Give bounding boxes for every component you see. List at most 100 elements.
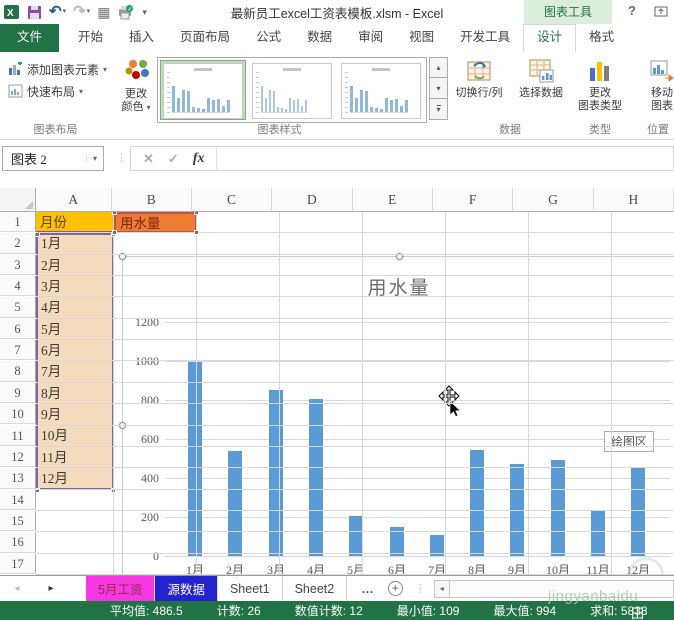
row-header-12[interactable]: 12 <box>0 447 36 467</box>
cell-a11[interactable]: 10月 <box>38 425 112 446</box>
chart-bar-8月[interactable] <box>470 450 484 556</box>
tab-插入[interactable]: 插入 <box>116 24 167 52</box>
cell-a1[interactable]: 月份 <box>36 212 114 233</box>
range-handle-red[interactable] <box>112 212 117 215</box>
cell-b1[interactable]: 用水量 <box>114 212 197 233</box>
range-handle-purple[interactable] <box>36 232 40 237</box>
normal-view-button[interactable]: 田 <box>631 603 644 620</box>
tab-审阅[interactable]: 审阅 <box>345 24 396 52</box>
cell-a4[interactable]: 3月 <box>38 276 112 297</box>
hscroll-left-button[interactable]: ◂ <box>434 580 450 598</box>
sheet-nav-left-button[interactable]: ◂ <box>8 583 26 594</box>
chart-style-1[interactable] <box>160 60 246 120</box>
chart-bar-11月[interactable] <box>591 511 605 556</box>
move-chart-button[interactable]: 移动 图表 <box>636 52 674 113</box>
row-header-13[interactable]: 13 <box>0 468 36 488</box>
row-header-5[interactable]: 5 <box>0 297 36 317</box>
row-header-11[interactable]: 11 <box>0 426 36 446</box>
tab-公式[interactable]: 公式 <box>243 24 294 52</box>
column-header-F[interactable]: F <box>433 188 513 212</box>
chart-style-2[interactable] <box>249 60 335 120</box>
sheet-nav-right-button[interactable]: ▸ <box>42 583 60 594</box>
cell-a12[interactable]: 11月 <box>38 447 112 468</box>
cell-a9[interactable]: 8月 <box>38 383 112 404</box>
status-average: 平均值: 486.5 <box>110 602 183 619</box>
tab-文件[interactable]: 文件 <box>0 24 59 52</box>
add-chart-element-button[interactable]: 添加图表元素▾ <box>4 58 111 80</box>
restore-window-button[interactable] <box>654 4 668 22</box>
tab-视图[interactable]: 视图 <box>396 24 447 52</box>
chart-bar-12月[interactable] <box>631 468 645 556</box>
row-header-10[interactable]: 10 <box>0 404 36 424</box>
change-chart-type-button[interactable]: 更改 图表类型 <box>572 52 628 113</box>
select-data-button[interactable]: 选择数据 <box>510 52 572 100</box>
row-header-2[interactable]: 2 <box>0 233 36 253</box>
sheet-tab-Sheet2[interactable]: Sheet2 <box>283 576 348 601</box>
help-button[interactable]: ? <box>628 3 636 18</box>
column-header-B[interactable]: B <box>112 188 192 212</box>
cell-a6[interactable]: 5月 <box>38 319 112 340</box>
tab-开始[interactable]: 开始 <box>65 24 116 52</box>
switch-row-column-button[interactable]: 切换行/列 <box>448 52 510 100</box>
row-header-3[interactable]: 3 <box>0 255 36 275</box>
sheet-tab-Sheet1[interactable]: Sheet1 <box>218 576 283 601</box>
cell-a8[interactable]: 7月 <box>38 361 112 382</box>
tab-页面布局[interactable]: 页面布局 <box>167 24 243 52</box>
chart-object[interactable]: 用水量 1200100080060040020001月2月3月4月5月6月7月8… <box>122 256 674 575</box>
cell-a10[interactable]: 9月 <box>38 404 112 425</box>
tab-格式[interactable]: 格式 <box>576 24 627 52</box>
name-box-dropdown-icon[interactable]: ▾ <box>86 154 103 163</box>
cancel-entry-icon[interactable]: ✕ <box>143 151 154 167</box>
row-header-14[interactable]: 14 <box>0 490 36 510</box>
sheet-tab-5月工资[interactable]: 5月工资 <box>86 576 155 601</box>
gallery-scroll-down-button[interactable]: ▾ <box>429 78 448 99</box>
chart-bar-4月[interactable] <box>309 399 323 556</box>
row-header-8[interactable]: 8 <box>0 361 36 381</box>
ribbon-group-location: 移动 图表 位置 <box>628 52 674 139</box>
row-header-17[interactable]: 17 <box>0 554 36 574</box>
row-header-15[interactable]: 15 <box>0 511 36 531</box>
sheet-tab-overflow-button[interactable]: … <box>361 582 374 596</box>
row-header-7[interactable]: 7 <box>0 340 36 360</box>
row-header-4[interactable]: 4 <box>0 276 36 296</box>
name-box[interactable]: 图表 2 ▾ <box>2 146 104 171</box>
chart-style-3[interactable] <box>338 60 424 120</box>
row-header-6[interactable]: 6 <box>0 319 36 339</box>
tab-数据[interactable]: 数据 <box>294 24 345 52</box>
cell-a3[interactable]: 2月 <box>38 255 112 276</box>
change-colors-button[interactable]: 更改 颜色 ▾ <box>115 52 157 123</box>
x-axis-tick-label: 6月 <box>377 561 417 575</box>
cell-a2[interactable]: 1月 <box>38 233 112 254</box>
row-header-1[interactable]: 1 <box>0 212 36 232</box>
column-header-H[interactable]: H <box>594 188 674 212</box>
x-axis-tick-label: 8月 <box>457 561 497 575</box>
selected-range-a2-a13[interactable]: 1月2月3月4月5月6月7月8月9月10月11月12月 <box>36 233 114 489</box>
gridline <box>36 510 674 511</box>
column-header-D[interactable]: D <box>272 188 352 212</box>
gallery-more-button[interactable]: ▾ <box>429 99 448 120</box>
column-header-E[interactable]: E <box>353 188 433 212</box>
column-header-C[interactable]: C <box>192 188 272 212</box>
quick-layout-button[interactable]: 快速布局▾ <box>4 80 111 102</box>
row-header-9[interactable]: 9 <box>0 383 36 403</box>
chart-bar-5月[interactable] <box>349 516 363 556</box>
column-header-A[interactable]: A <box>36 188 112 212</box>
gallery-scroll-up-button[interactable]: ▴ <box>429 57 448 78</box>
row-header-16[interactable]: 16 <box>0 532 36 552</box>
chart-bar-1月[interactable] <box>188 362 202 556</box>
range-handle-red[interactable] <box>194 212 199 215</box>
select-all-corner[interactable] <box>0 188 36 212</box>
range-handle-red[interactable] <box>194 230 199 235</box>
insert-function-icon[interactable]: fx <box>193 151 205 167</box>
tab-开发工具[interactable]: 开发工具 <box>447 24 523 52</box>
column-header-G[interactable]: G <box>513 188 593 212</box>
cell-a5[interactable]: 4月 <box>38 297 112 318</box>
sheet-tab-源数据[interactable]: 源数据 <box>155 576 218 601</box>
cell-a13[interactable]: 12月 <box>38 468 112 489</box>
confirm-entry-icon[interactable]: ✓ <box>168 151 179 167</box>
range-handle-red[interactable] <box>112 230 117 235</box>
new-sheet-button[interactable]: + <box>388 581 403 596</box>
tab-设计[interactable]: 设计 <box>523 24 576 52</box>
chart-bar-10月[interactable] <box>551 460 565 556</box>
cell-a7[interactable]: 6月 <box>38 340 112 361</box>
